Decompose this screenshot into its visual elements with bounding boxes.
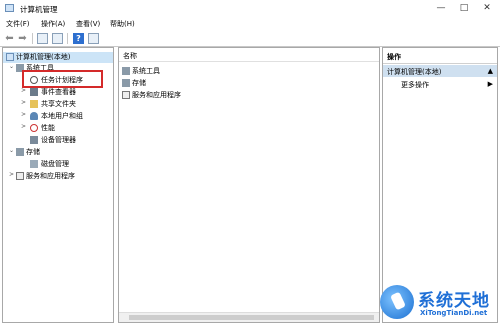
highlight-box <box>22 70 103 88</box>
storage-icon <box>16 148 24 156</box>
users-icon <box>30 112 38 120</box>
close-button[interactable]: ✕ <box>478 2 496 14</box>
tree-item-label: 磁盘管理 <box>41 160 69 168</box>
title-bar: 计算机管理 — □ ✕ <box>0 0 500 17</box>
tree-item-label: 性能 <box>41 124 55 132</box>
maximize-button[interactable]: □ <box>455 2 473 14</box>
list-item-label: 存储 <box>132 79 146 87</box>
computer-management-icon <box>5 4 14 12</box>
watermark-title: 系统天地 <box>418 291 490 311</box>
storage-icon <box>122 79 130 87</box>
expand-chevron-icon[interactable]: > <box>8 171 15 178</box>
tree-item-local-users-groups[interactable]: > 本地用户和组 <box>3 111 113 122</box>
menu-bar: 文件(F) 操作(A) 查看(V) 帮助(H) <box>0 17 500 30</box>
tree-item-label: 共享文件夹 <box>41 100 76 108</box>
menu-view[interactable]: 查看(V) <box>76 19 100 29</box>
event-viewer-icon <box>30 88 38 96</box>
tree-item-label: 本地用户和组 <box>41 112 83 120</box>
tree-item-label: 存储 <box>26 148 40 156</box>
actions-section-computer-management[interactable]: 计算机管理(本地) ▲ <box>383 65 497 77</box>
folder-icon <box>30 100 38 108</box>
show-action-pane-icon[interactable] <box>88 33 99 44</box>
computer-management-icon <box>6 53 14 61</box>
column-header-label: 名称 <box>123 52 137 60</box>
expand-chevron-icon[interactable]: > <box>20 111 27 118</box>
services-icon <box>122 91 130 99</box>
tree-item-label: 计算机管理(本地) <box>16 53 71 61</box>
performance-icon <box>30 124 38 132</box>
device-manager-icon <box>30 136 38 144</box>
list-item-label: 系统工具 <box>132 67 160 75</box>
collapse-chevron-icon[interactable]: ⌄ <box>8 147 15 154</box>
watermark: 系统天地 XiTongTianDi.net <box>380 282 500 327</box>
list-item[interactable]: 存储 <box>122 78 222 89</box>
tree-item-label: 服务和应用程序 <box>26 172 75 180</box>
tree-item-services-applications[interactable]: > 服务和应用程序 <box>3 171 113 182</box>
collapse-chevron-icon[interactable]: ⌄ <box>8 63 15 70</box>
submenu-arrow-icon: ▶ <box>487 80 493 88</box>
tree-item-device-manager[interactable]: 设备管理器 <box>3 135 113 146</box>
show-hide-tree-icon[interactable] <box>37 33 48 44</box>
content-list: 名称 系统工具 存储 服务和应用程序 <box>118 47 380 323</box>
column-header-name[interactable]: 名称 <box>119 48 379 62</box>
export-list-icon[interactable] <box>52 33 63 44</box>
toolbar: ⬅ ➡ ? <box>0 31 500 47</box>
back-arrow-icon[interactable]: ⬅ <box>4 33 15 44</box>
more-actions-link[interactable]: 更多操作 <box>401 80 429 90</box>
disk-icon <box>30 160 38 168</box>
list-item-label: 服务和应用程序 <box>132 91 181 99</box>
tree-item-computer-management[interactable]: 计算机管理(本地) <box>3 52 113 63</box>
forward-arrow-icon[interactable]: ➡ <box>17 33 28 44</box>
tree-item-shared-folders[interactable]: > 共享文件夹 <box>3 99 113 110</box>
list-item[interactable]: 服务和应用程序 <box>122 90 222 101</box>
tree-item-storage[interactable]: ⌄ 存储 <box>3 147 113 158</box>
watermark-logo-icon <box>380 285 414 319</box>
help-icon[interactable]: ? <box>73 33 84 44</box>
scrollbar-thumb[interactable] <box>129 315 374 320</box>
navigation-tree: 计算机管理(本地) ⌄ 系统工具 任务计划程序 > 事件查看器 > 共享文件夹 … <box>2 47 114 323</box>
tree-item-event-viewer[interactable]: > 事件查看器 <box>3 87 113 98</box>
list-item[interactable]: 系统工具 <box>122 66 222 77</box>
menu-action[interactable]: 操作(A) <box>41 19 65 29</box>
minimize-button[interactable]: — <box>432 2 450 14</box>
menu-file[interactable]: 文件(F) <box>6 19 30 29</box>
services-icon <box>16 172 24 180</box>
horizontal-scrollbar[interactable] <box>119 312 379 322</box>
collapse-caret-icon[interactable]: ▲ <box>488 67 493 75</box>
actions-header-label: 操作 <box>387 53 401 61</box>
tree-item-performance[interactable]: > 性能 <box>3 123 113 134</box>
expand-chevron-icon[interactable]: > <box>20 99 27 106</box>
expand-chevron-icon[interactable]: > <box>20 87 27 94</box>
tree-item-label: 设备管理器 <box>41 136 76 144</box>
tree-item-label: 事件查看器 <box>41 88 76 96</box>
expand-chevron-icon[interactable]: > <box>20 123 27 130</box>
watermark-url: XiTongTianDi.net <box>420 309 488 317</box>
actions-header: 操作 <box>383 48 497 64</box>
window-title: 计算机管理 <box>20 5 58 14</box>
menu-help[interactable]: 帮助(H) <box>110 19 135 29</box>
tools-icon <box>122 67 130 75</box>
actions-section-label: 计算机管理(本地) <box>387 68 442 76</box>
toolbar-separator <box>67 33 68 44</box>
toolbar-separator <box>32 33 33 44</box>
tree-item-disk-management[interactable]: 磁盘管理 <box>3 159 113 170</box>
